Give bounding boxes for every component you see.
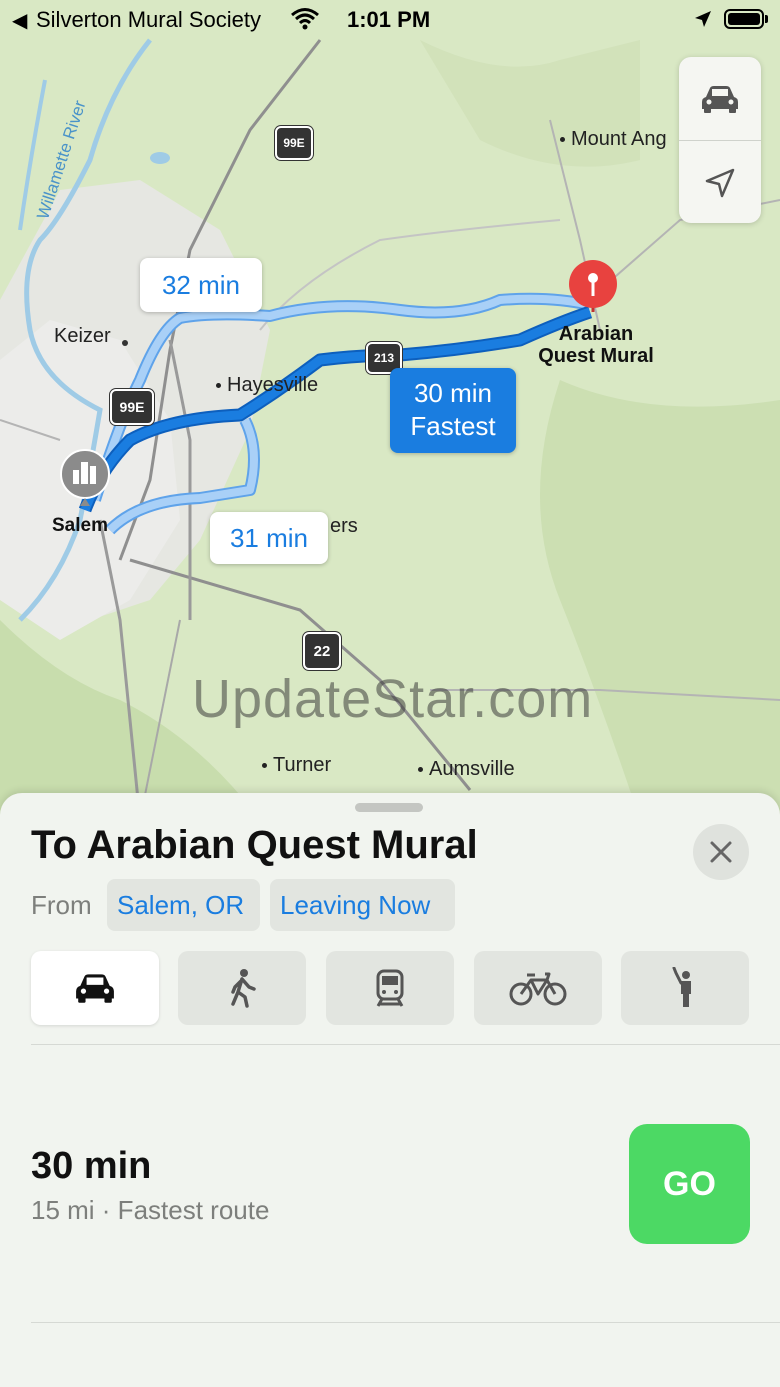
walking-icon (231, 969, 256, 1008)
destination-label[interactable]: Arabian Quest Mural (528, 323, 664, 367)
mode-walk-button[interactable] (178, 951, 306, 1025)
place-label-aumsville: Aumsville (418, 758, 515, 781)
directions-title: To Arabian Quest Mural (31, 823, 478, 867)
track-location-button[interactable] (679, 141, 761, 224)
route-option-selected[interactable]: 30 min Fastest (390, 368, 516, 453)
wifi-icon (291, 8, 319, 30)
route-selected-tag: Fastest (410, 411, 496, 441)
sheet-grabber[interactable] (355, 803, 423, 812)
mode-rideshare-button[interactable] (621, 951, 749, 1025)
car-icon (76, 974, 114, 1003)
car-icon (702, 85, 738, 113)
close-button[interactable] (693, 824, 749, 880)
back-to-app-label[interactable]: Silverton Mural Society (36, 7, 261, 33)
place-label-four-corners: ers (330, 515, 358, 537)
mode-transit-button[interactable] (326, 951, 454, 1025)
hailing-person-icon (672, 967, 691, 1007)
mode-drive-button[interactable] (31, 951, 159, 1025)
place-label-salem: Salem (52, 515, 108, 536)
divider (31, 1044, 780, 1045)
highway-shield: 22 (303, 632, 341, 670)
route-option-32-min[interactable]: 32 min (140, 258, 262, 312)
map-mode-button[interactable] (679, 57, 761, 140)
map-controls (679, 57, 761, 223)
directions-sheet: To Arabian Quest Mural From Salem, OR Le… (0, 793, 780, 1387)
train-icon (376, 969, 404, 1007)
close-icon (710, 841, 732, 863)
route-selected-time: 30 min (413, 378, 493, 408)
watermark: UpdateStar.com (192, 669, 594, 729)
location-arrow-icon (695, 11, 711, 27)
map-view[interactable]: Willamette River Mount Ang Keizer Hayesv… (0, 0, 780, 820)
battery-icon (724, 9, 764, 29)
place-label-hayesville: Hayesville (216, 374, 318, 397)
highway-shield: 99E (110, 389, 154, 425)
status-bar: ◀ Silverton Mural Society 1:01 PM (0, 0, 780, 40)
mode-cycle-button[interactable] (474, 951, 602, 1025)
route-option-31-min[interactable]: 31 min (210, 512, 328, 564)
location-arrow-icon (705, 168, 735, 197)
place-label-turner: Turner (262, 754, 331, 777)
place-label-mount-angel: Mount Ang (560, 128, 667, 151)
go-button[interactable]: GO (629, 1124, 750, 1244)
back-arrow-icon[interactable]: ◀ (12, 8, 27, 33)
divider (31, 1322, 780, 1323)
route-detail: 15 mi · Fastest route (31, 1195, 270, 1225)
battery-cap (765, 15, 768, 23)
departure-chip[interactable]: Leaving Now (270, 879, 455, 931)
highway-shield: 99E (275, 126, 313, 160)
bicycle-icon (509, 972, 567, 1006)
clock: 1:01 PM (347, 7, 431, 32)
from-label: From (31, 890, 92, 920)
route-duration: 30 min (31, 1145, 152, 1187)
place-label-keizer: Keizer (54, 325, 111, 347)
origin-chip[interactable]: Salem, OR (107, 879, 260, 931)
